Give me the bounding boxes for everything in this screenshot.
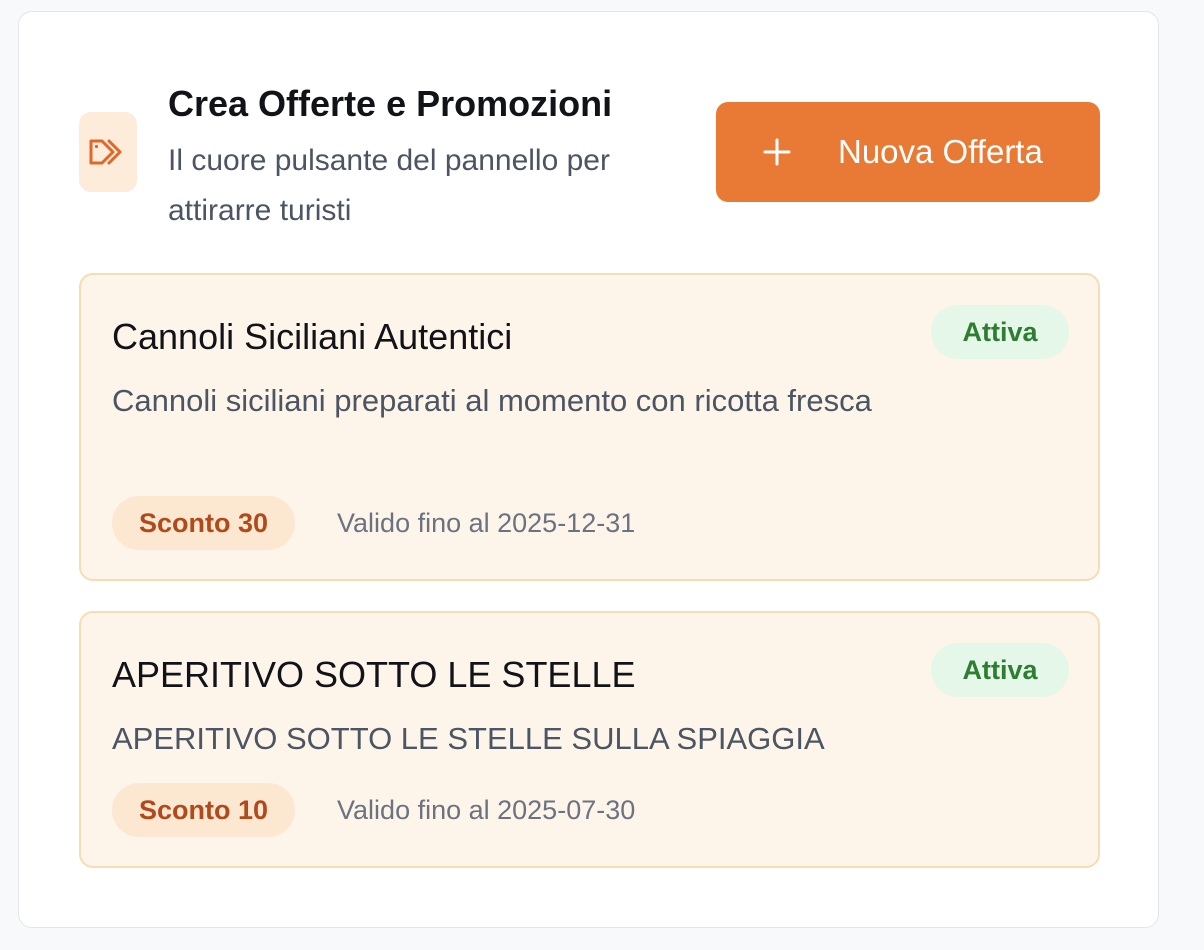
- new-offer-label: Nuova Offerta: [838, 133, 1043, 170]
- status-badge: Attiva: [931, 643, 1069, 697]
- panel-header: Crea Offerte e Promozioni Il cuore pulsa…: [168, 84, 708, 236]
- offer-description: APERITIVO SOTTO LE STELLE SULLA SPIAGGIA: [112, 721, 825, 756]
- page-title: Crea Offerte e Promozioni: [168, 83, 613, 124]
- offer-description: Cannoli siciliani preparati al momento c…: [112, 383, 872, 418]
- discount-badge: Sconto 10: [112, 783, 296, 837]
- offer-card[interactable]: APERITIVO SOTTO LE STELLE Attiva APERITI…: [79, 611, 1100, 868]
- validity-text: Valido fino al 2025-12-31: [337, 507, 636, 538]
- tag-icon: [79, 112, 137, 192]
- discount-badge: Sconto 30: [112, 496, 296, 550]
- offer-footer: Sconto 30 Valido fino al 2025-12-31: [112, 496, 635, 550]
- plus-icon: [762, 137, 792, 167]
- offers-panel: Crea Offerte e Promozioni Il cuore pulsa…: [18, 11, 1159, 928]
- offer-title: APERITIVO SOTTO LE STELLE: [112, 654, 636, 695]
- new-offer-button[interactable]: Nuova Offerta: [716, 102, 1100, 202]
- status-badge: Attiva: [931, 305, 1069, 359]
- offer-card[interactable]: Cannoli Siciliani Autentici Attiva Canno…: [79, 273, 1100, 581]
- offer-title: Cannoli Siciliani Autentici: [112, 316, 513, 357]
- offer-footer: Sconto 10 Valido fino al 2025-07-30: [112, 783, 635, 837]
- validity-text: Valido fino al 2025-07-30: [337, 794, 636, 825]
- page-subtitle: Il cuore pulsante del pannello per attir…: [168, 144, 610, 227]
